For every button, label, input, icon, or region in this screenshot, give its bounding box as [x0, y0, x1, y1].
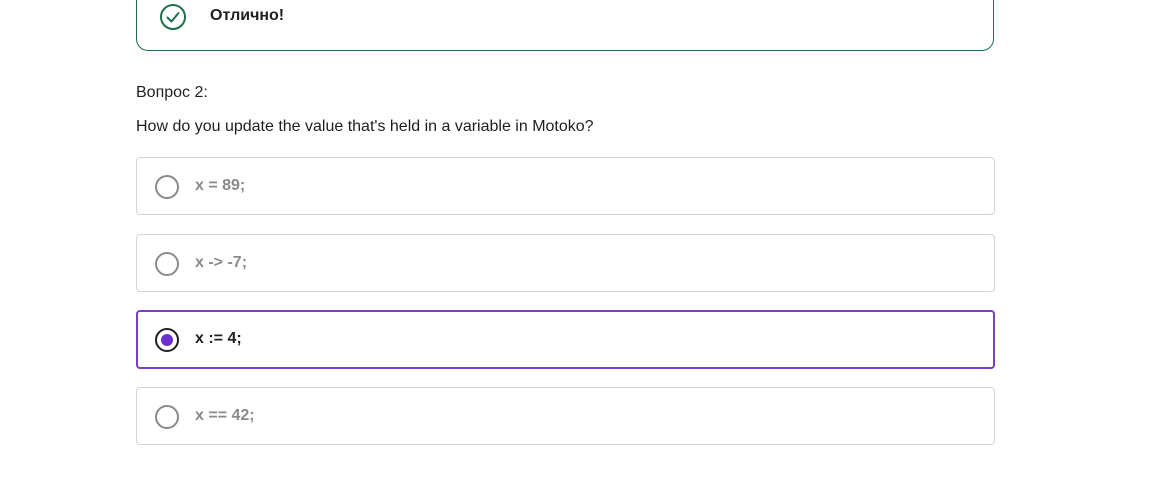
answer-label: x -> -7; — [195, 254, 248, 271]
answer-option-2[interactable]: x -> -7; — [136, 234, 995, 292]
answer-option-1[interactable]: x = 89; — [136, 157, 995, 215]
answer-label: x := 4; — [195, 330, 242, 347]
feedback-text: Отлично! — [210, 7, 285, 24]
answer-label: x = 89; — [195, 177, 246, 194]
question-text: How do you update the value that's held … — [136, 118, 594, 135]
question-number: Вопрос 2: — [136, 84, 208, 101]
answer-option-3[interactable]: x := 4; — [136, 310, 995, 369]
radio-button[interactable] — [155, 175, 179, 199]
radio-button[interactable] — [155, 252, 179, 276]
radio-button-selected[interactable] — [155, 328, 179, 352]
answer-option-4[interactable]: x == 42; — [136, 387, 995, 445]
check-circle-icon — [160, 4, 186, 30]
radio-button[interactable] — [155, 405, 179, 429]
answer-label: x == 42; — [195, 407, 255, 424]
feedback-banner: Отлично! — [136, 0, 994, 51]
